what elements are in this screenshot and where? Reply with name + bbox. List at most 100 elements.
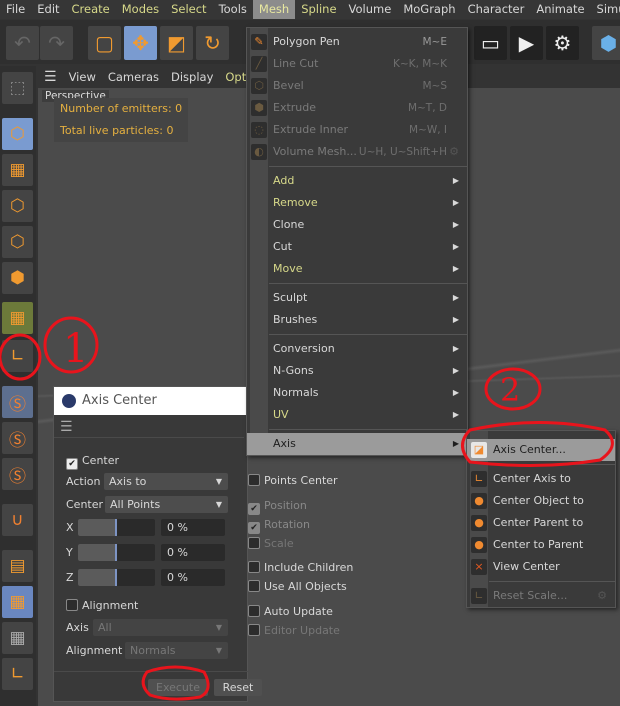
menu-select[interactable]: Select xyxy=(165,0,212,19)
editor-update-checkbox[interactable]: Editor Update xyxy=(248,624,340,637)
dialog-title-bar[interactable]: Axis Center xyxy=(54,387,247,415)
position-checkbox[interactable]: ✔ Position xyxy=(248,499,307,515)
menu-item-polygon-pen[interactable]: ✎ Polygon Pen M~E xyxy=(247,31,467,53)
reset-button[interactable]: Reset xyxy=(214,679,262,696)
object-mode-icon[interactable]: ⬡ xyxy=(2,118,33,150)
redo-button[interactable]: ↷ xyxy=(40,26,73,60)
z-field[interactable]: 0 % xyxy=(161,569,225,586)
locked-workplane-icon[interactable]: ▦ xyxy=(2,586,33,618)
gear-icon[interactable]: ⚙ xyxy=(449,141,459,163)
menu-simulate[interactable]: Simulate xyxy=(591,0,620,19)
undo-button[interactable]: ↶ xyxy=(6,26,39,60)
alignment-dropdown[interactable]: Normals ▼ xyxy=(125,642,228,659)
menu-create[interactable]: Create xyxy=(66,0,116,19)
menu-modes[interactable]: Modes xyxy=(116,0,165,19)
menu-item-normals[interactable]: Normals ▶ xyxy=(247,382,467,404)
menu-mograph[interactable]: MoGraph xyxy=(397,0,461,19)
menu-item-axis-center[interactable]: ◪ Axis Center... xyxy=(467,439,615,461)
viewport-menu-cameras[interactable]: Cameras xyxy=(108,70,159,84)
z-slider[interactable] xyxy=(78,569,155,586)
submenu-arrow-icon: ▶ xyxy=(452,220,459,229)
menu-item-line-cut[interactable]: ╱ Line Cut K~K, M~K xyxy=(247,53,467,75)
menu-mesh[interactable]: Mesh xyxy=(252,0,296,19)
menu-item-sculpt[interactable]: Sculpt ▶ xyxy=(247,287,467,309)
menu-item-cut[interactable]: Cut ▶ xyxy=(247,236,467,258)
y-slider[interactable] xyxy=(78,544,155,561)
menu-spline[interactable]: Spline xyxy=(295,0,342,19)
move-tool-button[interactable]: ✥ xyxy=(124,26,157,60)
menu-item-reset-scale[interactable]: ∟ Reset Scale... ⚙ xyxy=(467,585,615,607)
menu-animate[interactable]: Animate xyxy=(530,0,590,19)
menu-item-clone[interactable]: Clone ▶ xyxy=(247,214,467,236)
use-all-objects-checkbox[interactable]: Use All Objects xyxy=(248,580,347,593)
workplane-axis-icon[interactable]: ▦ xyxy=(2,622,33,654)
cube-button[interactable]: ⬢ xyxy=(592,26,620,60)
menu-item-label: Line Cut xyxy=(273,57,319,70)
points-center-checkbox[interactable]: Points Center xyxy=(248,474,338,487)
menu-tools[interactable]: Tools xyxy=(213,0,253,19)
gear-icon[interactable]: ⚙ xyxy=(597,585,607,607)
snap-3d-icon[interactable]: Ⓢ xyxy=(2,458,33,490)
menu-item-add[interactable]: Add ▶ xyxy=(247,170,467,192)
scale-tool-button[interactable]: ◩ xyxy=(160,26,193,60)
extrude-icon: ⬢ xyxy=(251,100,267,116)
axis-modify-icon[interactable]: ∟ xyxy=(2,658,33,690)
x-slider[interactable] xyxy=(78,519,155,536)
menu-edit[interactable]: Edit xyxy=(31,0,65,19)
magnet-icon[interactable]: ∪ xyxy=(2,504,33,536)
render-settings-button[interactable]: ⚙ xyxy=(546,26,579,60)
scale-checkbox[interactable]: Scale xyxy=(248,537,294,550)
y-field[interactable]: 0 % xyxy=(161,544,225,561)
texture-mode-icon[interactable]: ▦ xyxy=(2,154,33,186)
snap-settings-icon[interactable]: Ⓢ xyxy=(2,422,33,454)
axis-dropdown[interactable]: All ▼ xyxy=(93,619,228,636)
selection-tool-button[interactable]: ▢ xyxy=(88,26,121,60)
menu-item-axis[interactable]: Axis ▶ xyxy=(247,433,467,455)
workplane-icon[interactable]: ▤ xyxy=(2,550,33,582)
center-checkbox[interactable]: ✔ Center xyxy=(66,454,119,470)
points-mode-icon[interactable]: ⬡ xyxy=(2,190,33,222)
auto-update-checkbox[interactable]: Auto Update xyxy=(248,605,333,618)
menu-item-center-parent-to[interactable]: ● Center Parent to xyxy=(467,512,615,534)
action-dropdown[interactable]: Axis to ▼ xyxy=(104,473,228,490)
menu-item-extrude[interactable]: ⬢ Extrude M~T, D xyxy=(247,97,467,119)
render-view-button[interactable]: ▭ xyxy=(474,26,507,60)
menu-item-remove[interactable]: Remove ▶ xyxy=(247,192,467,214)
menu-item-center-object-to[interactable]: ● Center Object to xyxy=(467,490,615,512)
menu-item-center-to-parent[interactable]: ● Center to Parent xyxy=(467,534,615,556)
menu-item-n-gons[interactable]: N-Gons ▶ xyxy=(247,360,467,382)
polygons-mode-icon[interactable]: ⬢ xyxy=(2,262,33,294)
viewport-menu-display[interactable]: Display xyxy=(171,70,213,84)
snap-icon[interactable]: Ⓢ xyxy=(2,386,33,418)
menu-item-conversion[interactable]: Conversion ▶ xyxy=(247,338,467,360)
reset-scale-icon: ∟ xyxy=(471,588,487,604)
viewport-menu-view[interactable]: View xyxy=(69,70,96,84)
include-children-checkbox[interactable]: Include Children xyxy=(248,561,353,574)
submenu-arrow-icon: ▶ xyxy=(452,242,459,251)
dialog-menu-icon[interactable]: ☰ xyxy=(60,419,73,435)
alignment-checkbox[interactable]: Alignment xyxy=(66,599,138,612)
menu-character[interactable]: Character xyxy=(462,0,531,19)
menu-item-label: Center Parent to xyxy=(493,516,584,529)
rotate-tool-button[interactable]: ↻ xyxy=(196,26,229,60)
render-button[interactable]: ▶ xyxy=(510,26,543,60)
menu-item-brushes[interactable]: Brushes ▶ xyxy=(247,309,467,331)
menu-file[interactable]: File xyxy=(0,0,31,19)
menu-item-view-center[interactable]: × View Center xyxy=(467,556,615,578)
menu-item-extrude-inner[interactable]: ◌ Extrude Inner M~W, I xyxy=(247,119,467,141)
model-mode-icon[interactable]: ⬚ xyxy=(2,72,33,104)
menu-item-center-axis-to[interactable]: ∟ Center Axis to xyxy=(467,468,615,490)
menu-volume[interactable]: Volume xyxy=(343,0,398,19)
uv-mode-icon[interactable]: ▦ xyxy=(2,302,33,334)
menu-item-bevel[interactable]: ⬡ Bevel M~S xyxy=(247,75,467,97)
viewport-menu-icon[interactable]: ☰ xyxy=(44,69,57,85)
menu-item-uv[interactable]: UV ▶ xyxy=(247,404,467,426)
center-dropdown[interactable]: All Points ▼ xyxy=(105,496,228,513)
enable-axis-icon[interactable]: ∟ xyxy=(2,340,33,372)
menu-item-volume-mesh[interactable]: ◐ Volume Mesh... U~H, U~Shift+H ⚙ xyxy=(247,141,467,163)
x-field[interactable]: 0 % xyxy=(161,519,225,536)
rotation-checkbox[interactable]: ✔ Rotation xyxy=(248,518,310,534)
edges-mode-icon[interactable]: ⬡ xyxy=(2,226,33,258)
menu-item-move[interactable]: Move ▶ xyxy=(247,258,467,280)
execute-button[interactable]: Execute xyxy=(148,679,208,696)
